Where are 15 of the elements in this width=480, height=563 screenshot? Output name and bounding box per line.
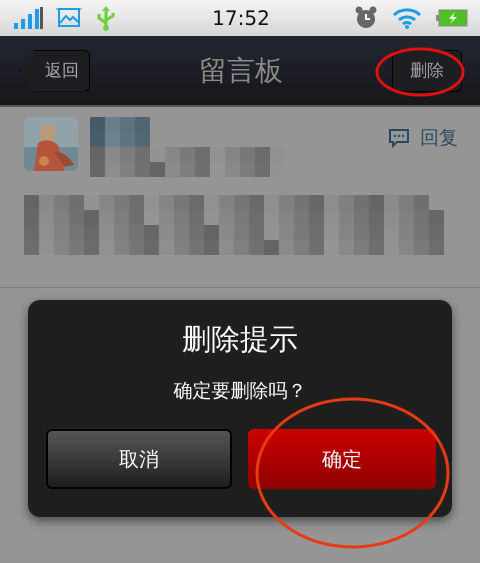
clock-time: 17:52 xyxy=(212,6,270,30)
battery-icon xyxy=(436,9,468,27)
dialog-message: 确定要删除吗？ xyxy=(174,379,306,404)
signal-icon xyxy=(14,7,44,29)
wifi-icon xyxy=(392,7,422,29)
image-icon xyxy=(56,6,82,30)
dialog-title: 删除提示 xyxy=(182,321,298,358)
cancel-button[interactable]: 取消 xyxy=(46,429,232,489)
confirm-button[interactable]: 确定 xyxy=(248,429,436,489)
pixelated-name-drawing xyxy=(90,117,150,147)
page-title: 留言板 xyxy=(199,52,283,88)
delete-button[interactable]: 删除 xyxy=(392,50,462,92)
comment-icon xyxy=(388,128,410,148)
alarm-icon xyxy=(354,6,378,30)
back-button[interactable]: 返回 xyxy=(20,50,90,92)
